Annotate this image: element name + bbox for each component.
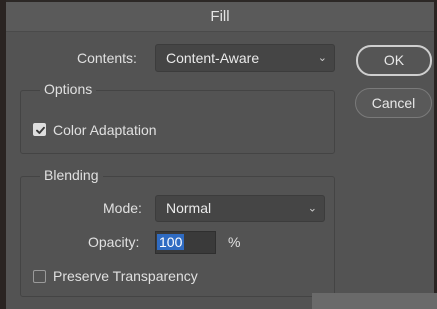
- background-panel-corner: [312, 293, 437, 309]
- fill-dialog: Fill Contents: Content-Aware ⌄ OK Cancel…: [6, 2, 434, 309]
- preserve-transparency-label: Preserve Transparency: [53, 268, 198, 284]
- contents-label: Contents:: [77, 50, 137, 66]
- contents-value: Content-Aware: [166, 50, 260, 66]
- dialog-title: Fill: [6, 2, 434, 32]
- opacity-input[interactable]: 100: [155, 231, 216, 254]
- chevron-down-icon: ⌄: [307, 202, 317, 214]
- mode-label: Mode:: [103, 200, 142, 216]
- cancel-button[interactable]: Cancel: [355, 88, 432, 118]
- color-adaptation-checkbox[interactable]: [33, 123, 46, 136]
- opacity-label: Opacity:: [88, 234, 140, 250]
- chevron-down-icon: ⌄: [317, 52, 327, 64]
- blending-group-title: Blending: [40, 167, 103, 183]
- preserve-transparency-checkbox[interactable]: [33, 270, 46, 283]
- mode-select[interactable]: Normal ⌄: [155, 195, 325, 222]
- color-adaptation-label: Color Adaptation: [53, 122, 157, 138]
- checkmark-icon: [36, 126, 45, 134]
- ok-button[interactable]: OK: [356, 45, 432, 76]
- mode-value: Normal: [166, 200, 212, 216]
- options-group-title: Options: [40, 81, 97, 97]
- opacity-value: 100: [157, 234, 185, 250]
- opacity-unit: %: [228, 234, 241, 250]
- contents-select[interactable]: Content-Aware ⌄: [155, 44, 335, 72]
